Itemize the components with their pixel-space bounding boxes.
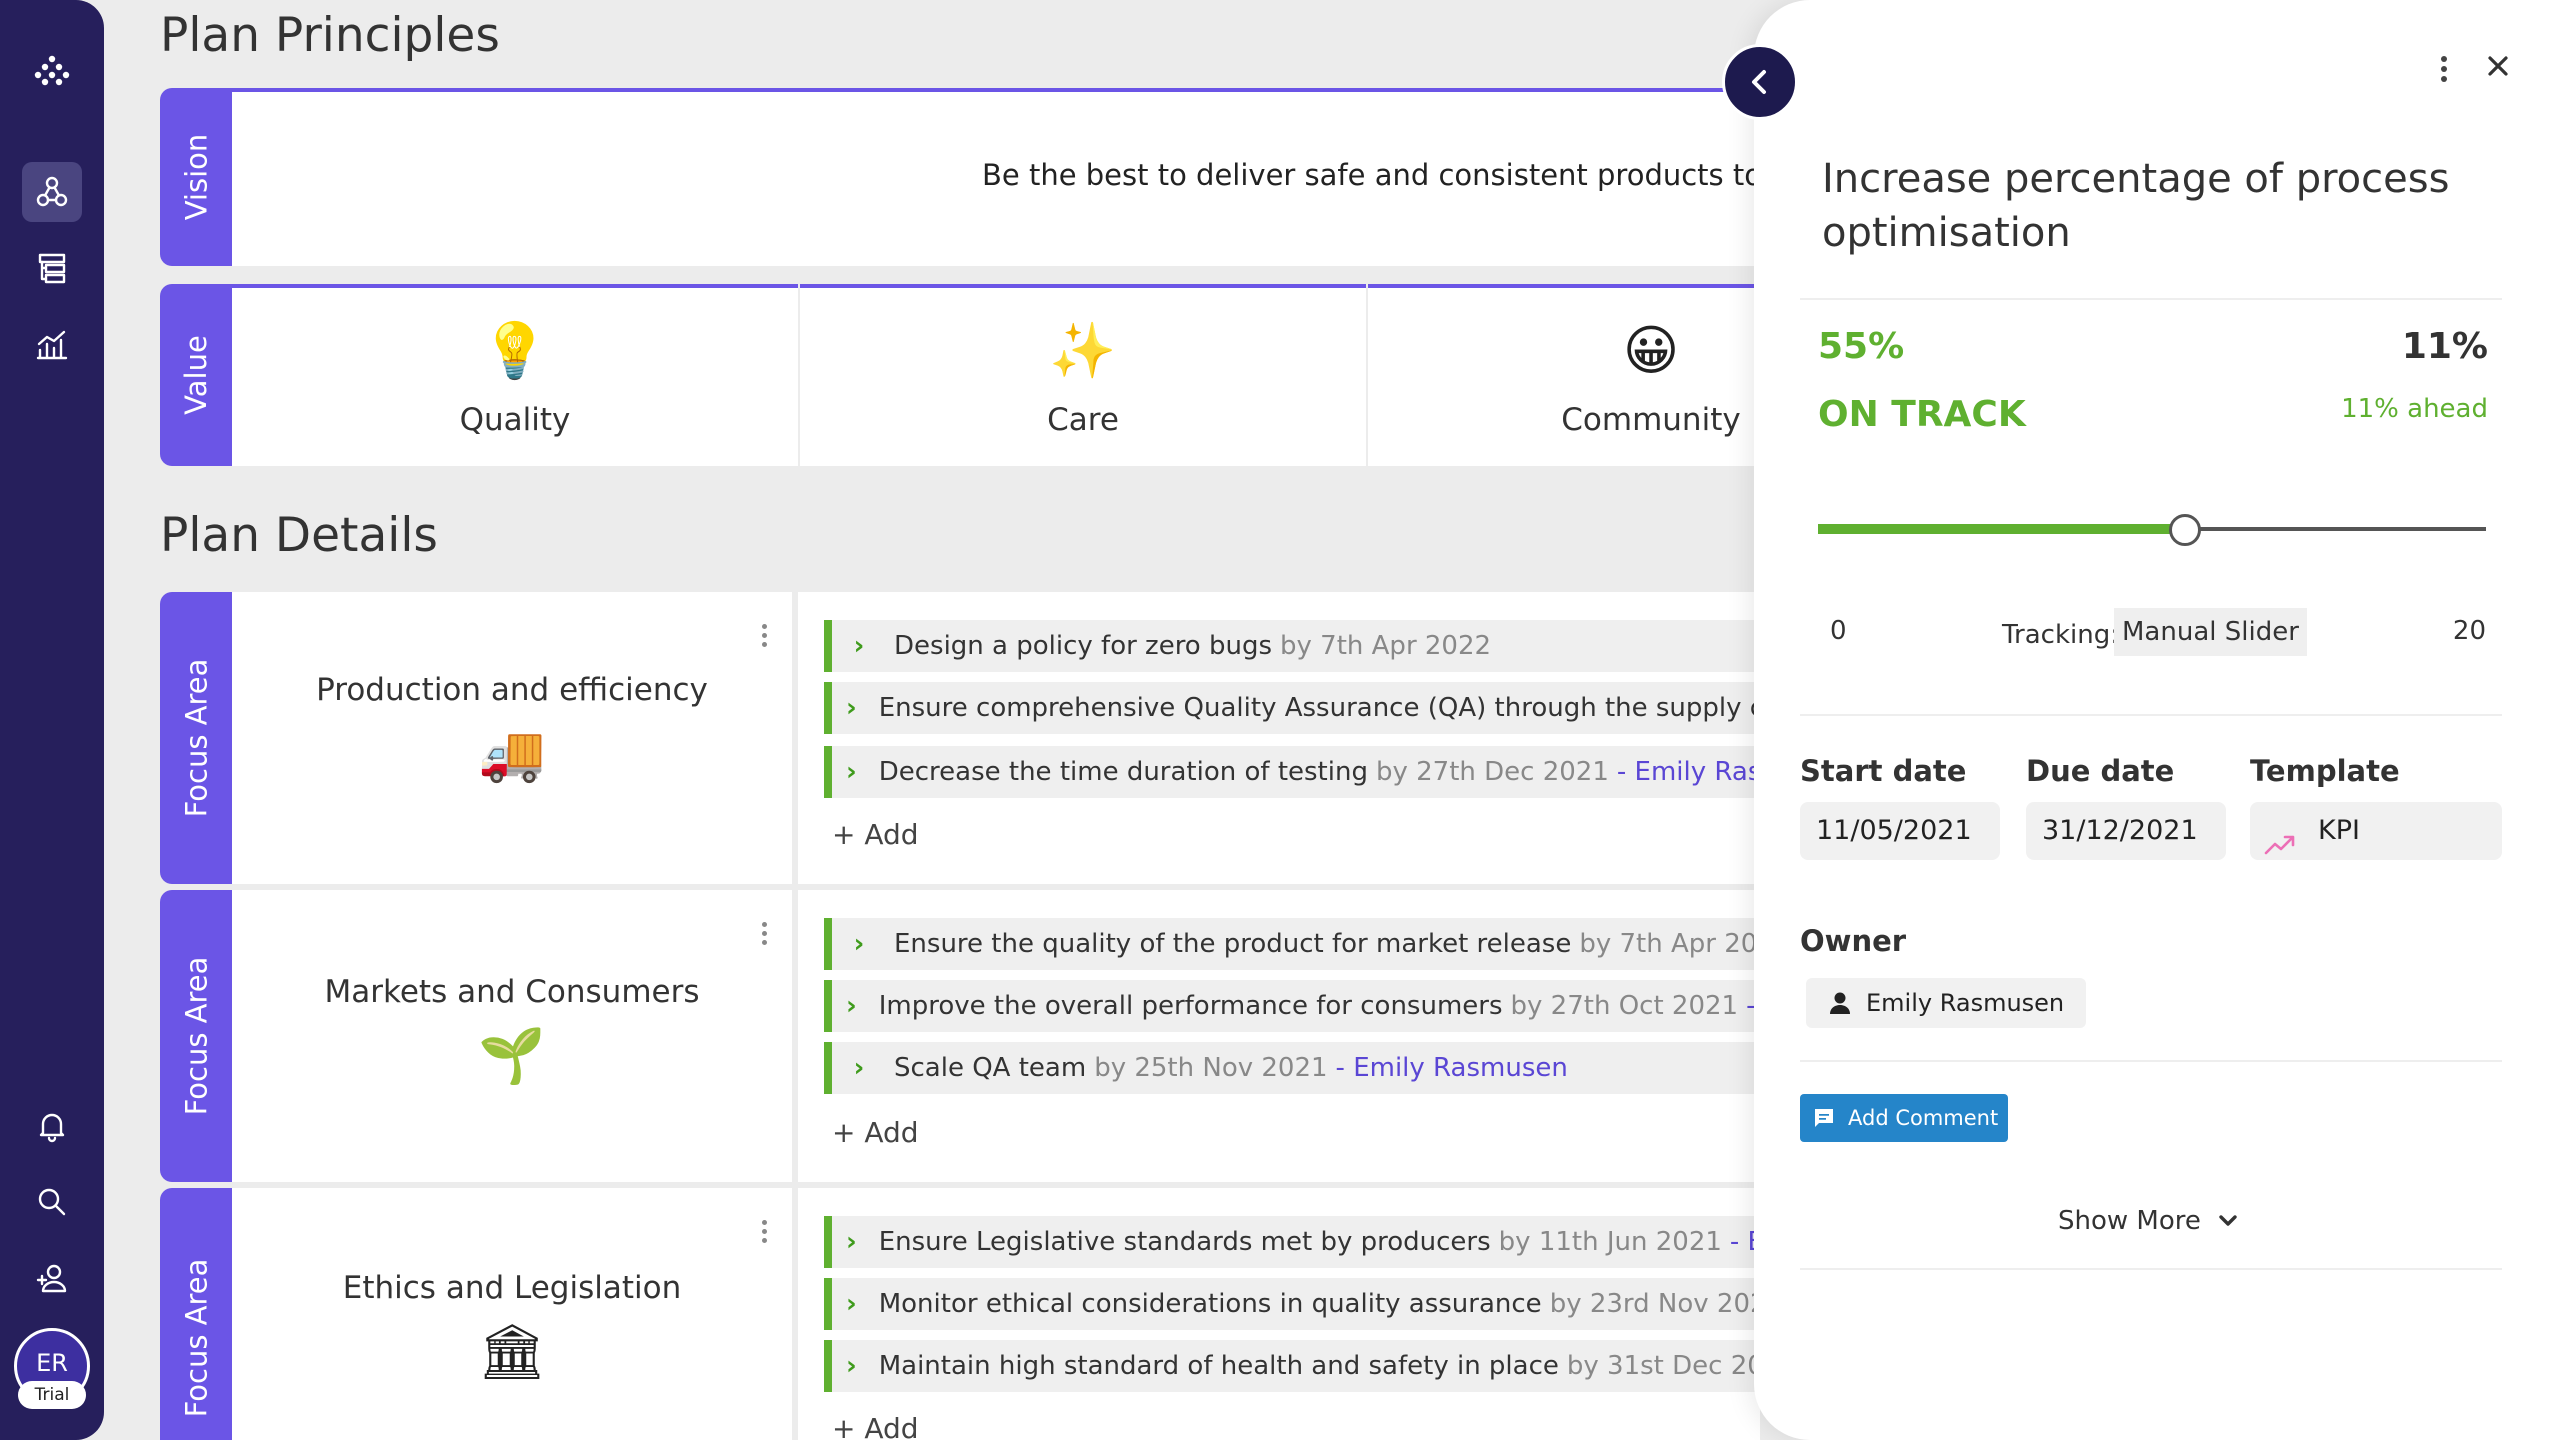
- status-badge: ON TRACK: [1818, 394, 2026, 435]
- add-objective-button[interactable]: + Add: [832, 818, 919, 851]
- chevron-left-icon: [1752, 70, 1766, 94]
- tracking-label: Tracking:: [2002, 620, 2119, 650]
- objective-row[interactable]: › Monitor ethical considerations in quali…: [824, 1278, 1760, 1330]
- start-date-field[interactable]: 11/05/2021: [1800, 802, 2000, 860]
- classical-building-icon: 🏛: [477, 1320, 547, 1383]
- focus-area-card[interactable]: Markets and Consumers 🌱: [232, 890, 792, 1182]
- focus-area-tab: Focus Area: [160, 592, 232, 884]
- divider: [1800, 1268, 2502, 1270]
- add-comment-button[interactable]: Add Comment: [1800, 1094, 2008, 1142]
- chevron-right-icon[interactable]: ›: [832, 1227, 857, 1257]
- owner-name: Emily Rasmusen: [1866, 989, 2065, 1017]
- more-options-icon[interactable]: [2441, 56, 2447, 82]
- sparkles-icon: ✨: [1049, 319, 1117, 382]
- objective-row[interactable]: › Ensure Legislative standards met by pro…: [824, 1216, 1760, 1268]
- focus-area-title: Markets and Consumers: [324, 974, 700, 1010]
- chevron-right-icon[interactable]: ›: [832, 757, 857, 787]
- add-user-icon[interactable]: [22, 1248, 82, 1308]
- more-options-icon[interactable]: [758, 1220, 770, 1243]
- ahead-text: 11% ahead: [2341, 394, 2488, 424]
- truck-icon: 🚚: [478, 722, 546, 785]
- value-card[interactable]: 😀 Community: [1368, 284, 1760, 466]
- chevron-right-icon[interactable]: ›: [832, 1289, 857, 1319]
- objective-title[interactable]: Increase percentage of process optimisat…: [1822, 152, 2462, 260]
- template-field[interactable]: KPI: [2250, 802, 2502, 860]
- strategy-map-icon[interactable]: [22, 162, 82, 222]
- sidebar-nav: ER Trial: [0, 0, 104, 1440]
- chevron-right-icon[interactable]: ›: [832, 991, 857, 1021]
- comment-icon: [1815, 1109, 1833, 1127]
- due-date-field[interactable]: 31/12/2021: [2026, 802, 2226, 860]
- value-card[interactable]: ✨ Care: [800, 284, 1366, 466]
- plan-principles-title: Plan Principles: [160, 8, 500, 63]
- chevron-right-icon[interactable]: ›: [832, 1351, 857, 1381]
- objective-row[interactable]: › Ensure comprehensive Quality Assurance …: [824, 682, 1760, 734]
- logo-icon[interactable]: [22, 40, 82, 100]
- focus-area-title: Production and efficiency: [316, 672, 708, 708]
- main-content: Plan Principles Vision Be the best to de…: [160, 0, 1760, 1440]
- owner-label: Owner: [1800, 924, 1907, 958]
- value-label: Quality: [459, 402, 571, 438]
- smiley-icon: 😀: [1622, 319, 1680, 382]
- more-options-icon[interactable]: [758, 922, 770, 945]
- objective-row[interactable]: › Maintain high standard of health and sa…: [824, 1340, 1760, 1392]
- divider: [1800, 298, 2502, 300]
- bell-icon[interactable]: [22, 1096, 82, 1156]
- progress-percent: 55%: [1818, 326, 1905, 367]
- objective-row[interactable]: › Ensure the quality of the product for m…: [824, 918, 1760, 970]
- focus-area-tab: Focus Area: [160, 1188, 232, 1440]
- more-options-icon[interactable]: [758, 624, 770, 647]
- value-label: Care: [1047, 402, 1119, 438]
- chevron-down-icon: [2219, 1215, 2237, 1226]
- progress-slider-fill: [1818, 524, 2186, 534]
- chevron-right-icon[interactable]: ›: [832, 929, 872, 959]
- trending-up-icon: [2264, 820, 2296, 854]
- seedling-icon: 🌱: [478, 1024, 546, 1087]
- chevron-right-icon[interactable]: ›: [832, 1053, 872, 1083]
- value-card[interactable]: 💡 Quality: [232, 284, 798, 466]
- slider-min: 0: [1830, 616, 1847, 646]
- objective-row[interactable]: › Decrease the time duration of testing by…: [824, 746, 1760, 798]
- chevron-right-icon[interactable]: ›: [832, 693, 857, 723]
- target-percent: 11%: [2401, 326, 2488, 367]
- value-tab: Value: [160, 284, 232, 466]
- add-objective-button[interactable]: + Add: [832, 1412, 919, 1440]
- chevron-right-icon[interactable]: ›: [832, 631, 872, 661]
- person-icon: [1830, 992, 1850, 1014]
- start-date-label: Start date: [1800, 754, 1967, 788]
- list-view-icon[interactable]: [22, 238, 82, 298]
- objective-row[interactable]: › Design a policy for zero bugs by 7th Apr…: [824, 620, 1760, 672]
- collapse-panel-button[interactable]: [1722, 44, 1798, 120]
- owner-chip[interactable]: Emily Rasmusen: [1806, 978, 2086, 1028]
- vision-text: Be the best to deliver safe and consiste…: [982, 158, 1760, 192]
- template-label: Template: [2250, 754, 2400, 788]
- focus-area-tab: Focus Area: [160, 890, 232, 1182]
- vision-tab: Vision: [160, 88, 232, 266]
- show-more-button[interactable]: Show More: [2058, 1206, 2241, 1236]
- focus-area-title: Ethics and Legislation: [342, 1270, 682, 1306]
- objective-row[interactable]: › Improve the overall performance for con…: [824, 980, 1760, 1032]
- add-objective-button[interactable]: + Add: [832, 1116, 919, 1149]
- template-value: KPI: [2318, 815, 2360, 846]
- value-label: Community: [1561, 402, 1741, 438]
- plan-details-title: Plan Details: [160, 508, 438, 563]
- focus-area-card[interactable]: Ethics and Legislation 🏛: [232, 1188, 792, 1440]
- trial-badge: Trial: [18, 1381, 86, 1409]
- tracking-select[interactable]: Manual Slider: [2114, 608, 2307, 656]
- vision-card[interactable]: Be the best to deliver safe and consiste…: [232, 88, 1760, 266]
- lightbulb-icon: 💡: [481, 319, 549, 382]
- search-icon[interactable]: [22, 1172, 82, 1232]
- objective-row[interactable]: › Scale QA team by 25th Nov 2021- Emily Ra…: [824, 1042, 1760, 1094]
- divider: [1800, 714, 2502, 716]
- slider-max: 20: [2452, 616, 2486, 646]
- due-date-label: Due date: [2026, 754, 2175, 788]
- divider: [1800, 1060, 2502, 1062]
- close-icon[interactable]: [2478, 46, 2518, 86]
- analytics-icon[interactable]: [22, 314, 82, 374]
- focus-area-card[interactable]: Production and efficiency 🚚: [232, 592, 792, 884]
